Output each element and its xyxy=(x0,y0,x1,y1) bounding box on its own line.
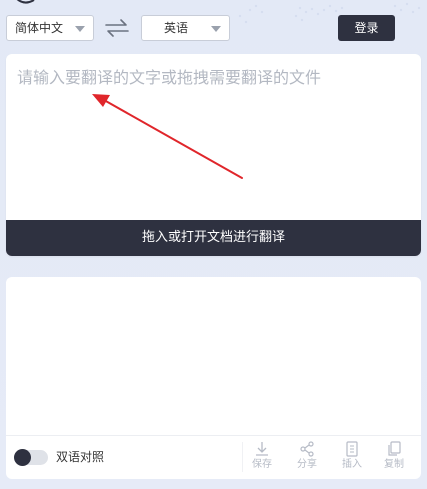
source-text-input[interactable] xyxy=(6,54,421,220)
save-label: 保存 xyxy=(252,459,272,470)
save-button[interactable]: 保存 xyxy=(246,440,278,471)
insert-icon xyxy=(346,441,358,457)
share-label: 分享 xyxy=(297,459,317,470)
source-panel: 拖入或打开文档进行翻译 xyxy=(6,54,421,256)
download-icon xyxy=(256,442,268,456)
copy-icon xyxy=(388,441,401,456)
source-language-label: 简体中文 xyxy=(15,21,64,35)
target-language-select[interactable]: 英语 xyxy=(141,15,230,41)
insert-button[interactable]: 插入 xyxy=(336,440,368,471)
bilingual-toggle[interactable] xyxy=(14,449,48,466)
login-button[interactable]: 登录 xyxy=(338,15,395,41)
toggle-knob xyxy=(14,449,31,466)
copy-label: 复制 xyxy=(384,459,404,470)
result-toolbar: 双语对照 保存 分享 插入 复制 xyxy=(6,435,421,479)
upload-document-button[interactable]: 拖入或打开文档进行翻译 xyxy=(6,220,421,256)
chevron-down-icon xyxy=(75,26,85,32)
bilingual-label: 双语对照 xyxy=(56,450,105,464)
insert-label: 插入 xyxy=(342,459,362,470)
top-bar: 简体中文 英语 登录 xyxy=(0,0,427,50)
source-language-select[interactable]: 简体中文 xyxy=(6,15,94,41)
app-logo xyxy=(16,0,35,4)
swap-languages-icon[interactable] xyxy=(104,18,130,38)
copy-button[interactable]: 复制 xyxy=(378,440,410,471)
share-button[interactable]: 分享 xyxy=(291,440,323,471)
share-icon xyxy=(300,441,314,457)
result-panel: 双语对照 保存 分享 插入 复制 xyxy=(6,277,421,479)
target-language-label: 英语 xyxy=(164,21,189,35)
chevron-down-icon xyxy=(211,26,221,32)
toolbar-divider xyxy=(242,442,243,472)
